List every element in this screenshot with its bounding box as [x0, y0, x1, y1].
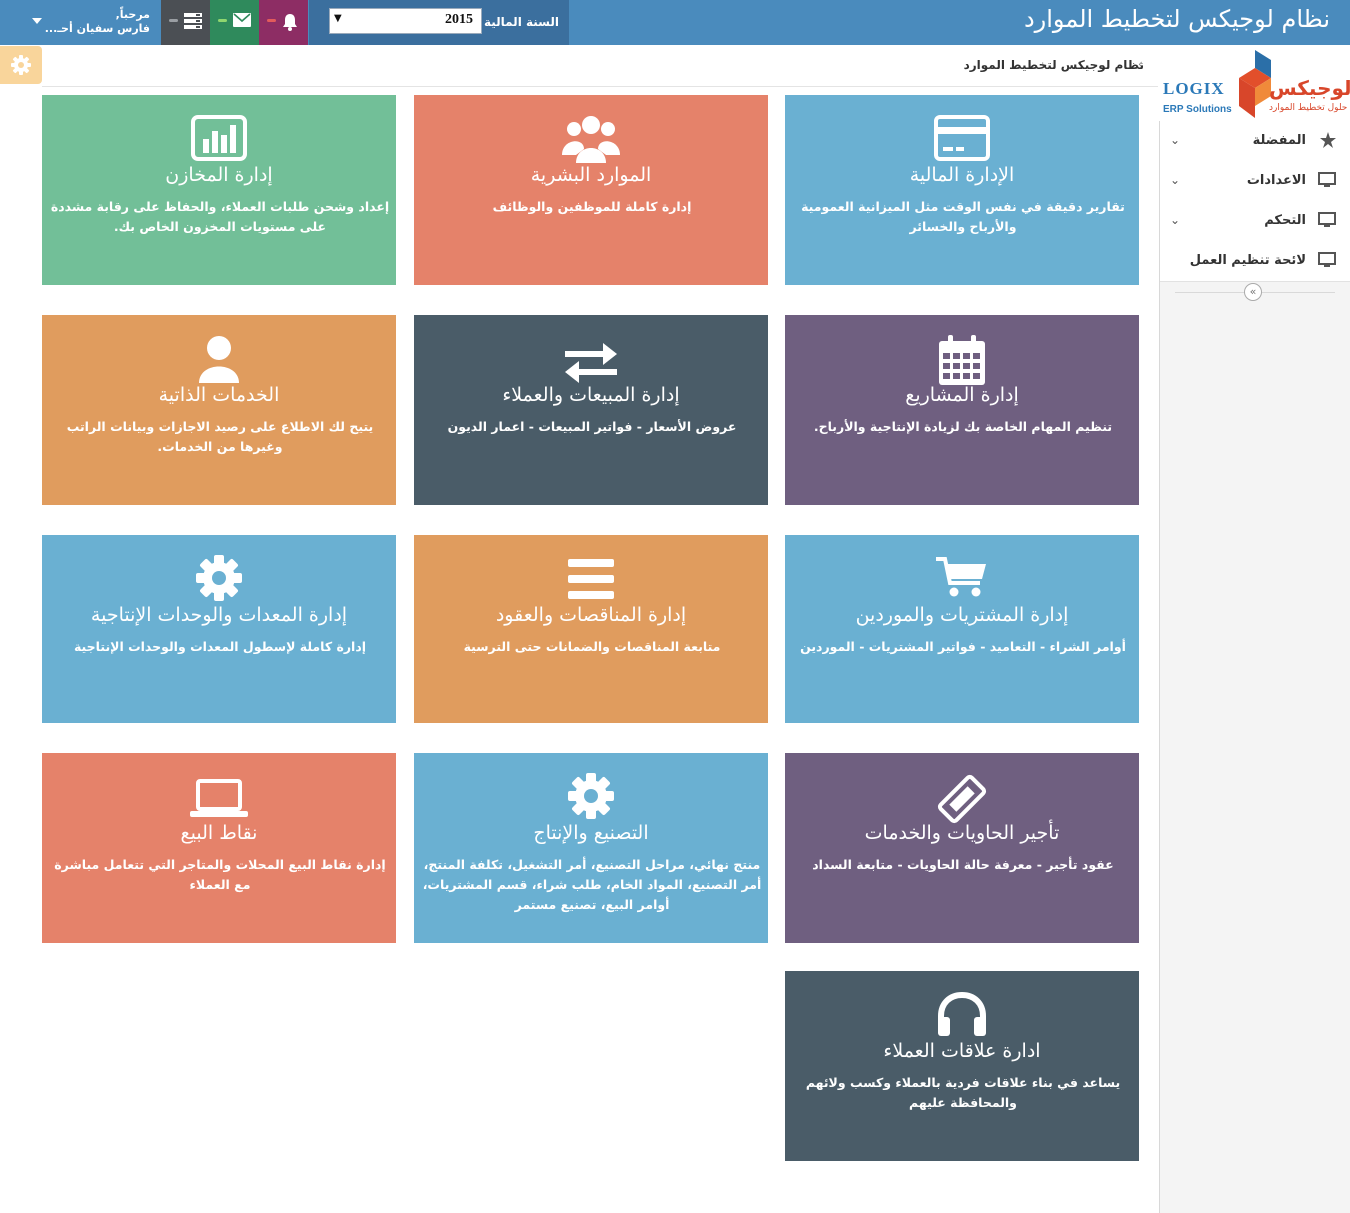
chevron-down-icon: ⌄ — [1170, 173, 1181, 187]
tasks-button[interactable] — [161, 0, 210, 45]
sidebar-item-label: الاعدادات — [1246, 173, 1306, 188]
tile-title: الموارد البشرية — [530, 164, 652, 186]
tile-title: تأجير الحاويات والخدمات — [864, 822, 1060, 844]
logo-arabic-name: لوجيكس — [1269, 76, 1350, 100]
tile-description: إدارة كاملة لإسطول المعدات والوحدات الإن… — [73, 639, 367, 654]
tile-financial[interactable]: الإدارة المالية تقارير دقيقة في نفس الوق… — [785, 95, 1139, 285]
gear-icon — [42, 555, 396, 605]
tile-title: إدارة المناقصات والعقود — [495, 604, 687, 626]
tile-title: ادارة علاقات العملاء — [883, 1040, 1041, 1062]
envelope-icon — [233, 13, 251, 27]
user-icon — [42, 335, 396, 385]
chevron-down-icon: ⌄ — [1170, 213, 1181, 227]
gear-icon — [414, 773, 768, 823]
messages-button[interactable] — [210, 0, 259, 45]
tile-point-of-sale[interactable]: نقاط البيع إدارة نقاط البيع المحلات والم… — [42, 753, 396, 943]
user-name: فارس سفيان أحـ... — [44, 22, 150, 35]
sidebar-item-label: التحكم — [1264, 213, 1306, 228]
tile-title: نقاط البيع — [180, 822, 258, 844]
users-icon — [414, 115, 768, 165]
messages-badge — [218, 19, 227, 22]
tile-crm[interactable]: ادارة علاقات العملاء يساعد في بناء علاقا… — [785, 971, 1139, 1161]
exchange-icon — [414, 335, 768, 385]
fiscal-year-select[interactable]: 2015 ▼ — [329, 8, 482, 34]
monitor-icon — [1318, 212, 1336, 227]
fiscal-year-box: السنة المالية 2015 ▼ — [309, 0, 569, 45]
sidebar-item-favorites[interactable]: المفضلة ⌄ — [1160, 121, 1350, 162]
logo-arabic-tagline: حلول تخطيط الموارد — [1269, 103, 1348, 113]
tile-description: إدارة نقاط البيع المحلات والمتاجر التي ت… — [54, 857, 386, 892]
tile-warehouses[interactable]: إدارة المخازن إعداد وشحن طلبات العملاء، … — [42, 95, 396, 285]
tile-description: إعداد وشحن طلبات العملاء، والحفاظ على رق… — [50, 199, 390, 234]
tile-title: إدارة المخازن — [165, 164, 273, 186]
tile-title: إدارة المعدات والوحدات الإنتاجية — [90, 604, 348, 626]
app-title: نظام لوجيكس لتخطيط الموارد — [1023, 5, 1330, 33]
sidebar-item-work-regulations[interactable]: لائحة تنظيم العمل — [1160, 241, 1350, 282]
monitor-icon — [1318, 252, 1336, 267]
tile-title: الخدمات الذاتية — [158, 384, 280, 406]
logo: لوجيكس حلول تخطيط الموارد LOGIX ERP Solu… — [1159, 46, 1350, 121]
star-icon — [1320, 132, 1336, 148]
bell-icon — [283, 14, 297, 31]
tile-projects[interactable]: إدارة المشاريع تنظيم المهام الخاصة بك لز… — [785, 315, 1139, 505]
sidebar-item-label: لائحة تنظيم العمل — [1189, 253, 1306, 268]
tile-description: عروض الأسعار - فواتير المبيعات - اعمار ا… — [447, 419, 737, 434]
tile-description: منتج نهائي، مراحل التصنيع، أمر التشغيل، … — [422, 857, 762, 912]
collapse-sidebar-button[interactable]: « — [1244, 283, 1262, 301]
notifications-button[interactable] — [259, 0, 308, 45]
dropdown-arrow-icon: ▼ — [334, 13, 342, 24]
tasks-badge — [169, 19, 178, 22]
tile-title: إدارة المشتريات والموردين — [855, 604, 1069, 626]
caret-down-icon — [32, 18, 42, 24]
tile-self-service[interactable]: الخدمات الذاتية يتيح لك الاطلاع على رصيد… — [42, 315, 396, 505]
list-icon — [414, 555, 768, 605]
fiscal-year-label: السنة المالية — [483, 15, 559, 29]
tile-description: متابعة المناقصات والضمانات حتى الترسية — [463, 639, 721, 654]
chevron-down-icon: ⌄ — [1170, 133, 1181, 147]
sidebar-item-label: المفضلة — [1252, 133, 1306, 148]
tile-description: إدارة كاملة للموظفين والوظائف — [492, 199, 692, 214]
user-greeting: مرحباً, — [115, 8, 150, 21]
tile-hr[interactable]: الموارد البشرية إدارة كاملة للموظفين وال… — [414, 95, 768, 285]
user-menu[interactable]: مرحباً, فارس سفيان أحـ... — [22, 0, 160, 45]
tile-title: إدارة المشاريع — [905, 384, 1019, 406]
logo-english-tagline: ERP Solutions — [1163, 104, 1232, 115]
calendar-icon — [785, 335, 1139, 385]
credit-card-icon — [785, 115, 1139, 165]
gear-icon — [11, 55, 31, 75]
monitor-icon — [1318, 172, 1336, 187]
tasks-icon — [184, 13, 202, 29]
double-chevron-icon: « — [1249, 285, 1257, 298]
tile-equipment[interactable]: إدارة المعدات والوحدات الإنتاجية إدارة ك… — [42, 535, 396, 723]
tile-description: يساعد في بناء علاقات فردية بالعملاء وكسب… — [805, 1075, 1121, 1110]
breadcrumb[interactable]: نظام لوجيكس لتخطيط الموارد — [964, 58, 1144, 72]
sidebar-item-settings[interactable]: الاعدادات ⌄ — [1160, 161, 1350, 202]
tile-tenders[interactable]: إدارة المناقصات والعقود متابعة المناقصات… — [414, 535, 768, 723]
notifications-badge — [267, 19, 276, 22]
tile-description: تنظيم المهام الخاصة بك لزيادة الإنتاجية … — [813, 419, 1113, 434]
tile-description: تقارير دقيقة في نفس الوقت مثل الميزانية … — [801, 199, 1125, 234]
fiscal-year-value: 2015 — [445, 12, 473, 27]
tile-sales[interactable]: إدارة المبيعات والعملاء عروض الأسعار - ف… — [414, 315, 768, 505]
logo-english-name: LOGIX — [1163, 79, 1225, 98]
tile-manufacturing[interactable]: التصنيع والإنتاج منتج نهائي، مراحل التصن… — [414, 753, 768, 943]
ticket-icon — [785, 773, 1139, 824]
laptop-icon — [42, 773, 396, 823]
tile-description: يتيح لك الاطلاع على رصيد الاجازات وبيانا… — [66, 419, 374, 454]
settings-button[interactable] — [0, 46, 42, 84]
bar-chart-icon — [42, 115, 396, 165]
tile-purchasing[interactable]: إدارة المشتريات والموردين أوامر الشراء -… — [785, 535, 1139, 723]
breadcrumb-divider — [42, 86, 1158, 87]
top-bar: نظام لوجيكس لتخطيط الموارد السنة المالية… — [0, 0, 1350, 45]
tile-container-rental[interactable]: تأجير الحاويات والخدمات عقود تأجير - معر… — [785, 753, 1139, 943]
tile-description: عقود تأجير - معرفة حالة الحاويات - متابع… — [812, 857, 1114, 872]
tile-title: الإدارة المالية — [909, 164, 1015, 186]
tile-title: إدارة المبيعات والعملاء — [502, 384, 680, 406]
sidebar-item-control[interactable]: التحكم ⌄ — [1160, 201, 1350, 242]
tile-title: التصنيع والإنتاج — [533, 822, 649, 844]
headphones-icon — [785, 991, 1139, 1041]
cart-icon — [785, 555, 1139, 605]
tile-description: أوامر الشراء - التعاميد - فواتير المشتري… — [800, 639, 1126, 654]
